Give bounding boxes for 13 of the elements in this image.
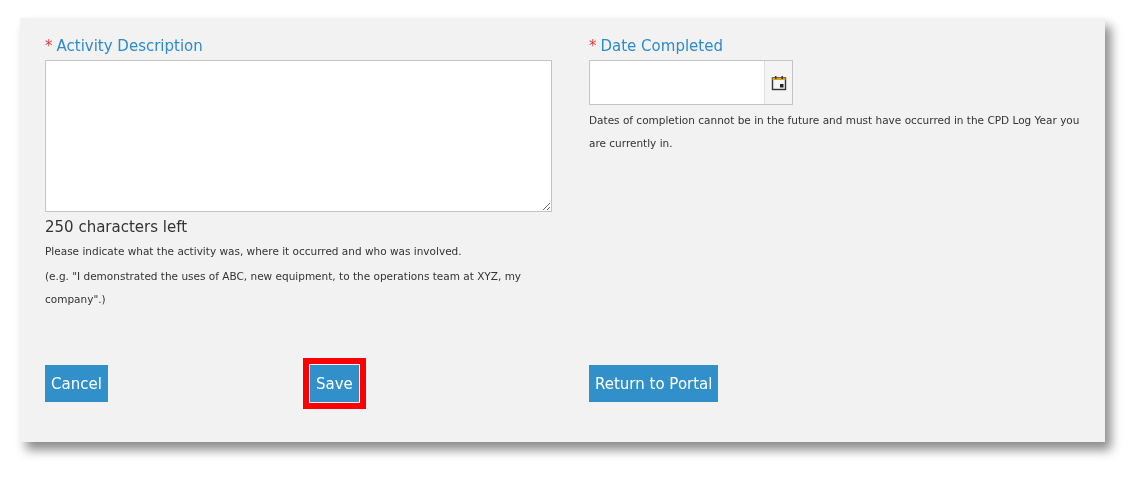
- calendar-button[interactable]: [764, 61, 792, 104]
- field-label: * Date Completed: [589, 36, 724, 56]
- date-field[interactable]: [589, 60, 793, 105]
- calendar-icon: [770, 74, 787, 91]
- action-button[interactable]: Save: [310, 365, 359, 402]
- action-button[interactable]: Cancel: [45, 365, 108, 402]
- hint-text: Dates of completion cannot be in the future and must have occurred in the CPD Log Year you are currently in.: [589, 113, 1081, 151]
- hint-text: Please indicate what the activity was, where it occurred and who was involved.: [45, 244, 463, 259]
- hint-text: (e.g. "I demonstrated the uses of ABC, new equipment, to the operations team at XYZ, my company".): [45, 269, 523, 307]
- action-button[interactable]: Return to Portal: [589, 365, 719, 402]
- characters-left: 250 characters left: [45, 217, 189, 238]
- field-label: * Activity Description: [45, 36, 204, 56]
- description-field[interactable]: [45, 60, 552, 212]
